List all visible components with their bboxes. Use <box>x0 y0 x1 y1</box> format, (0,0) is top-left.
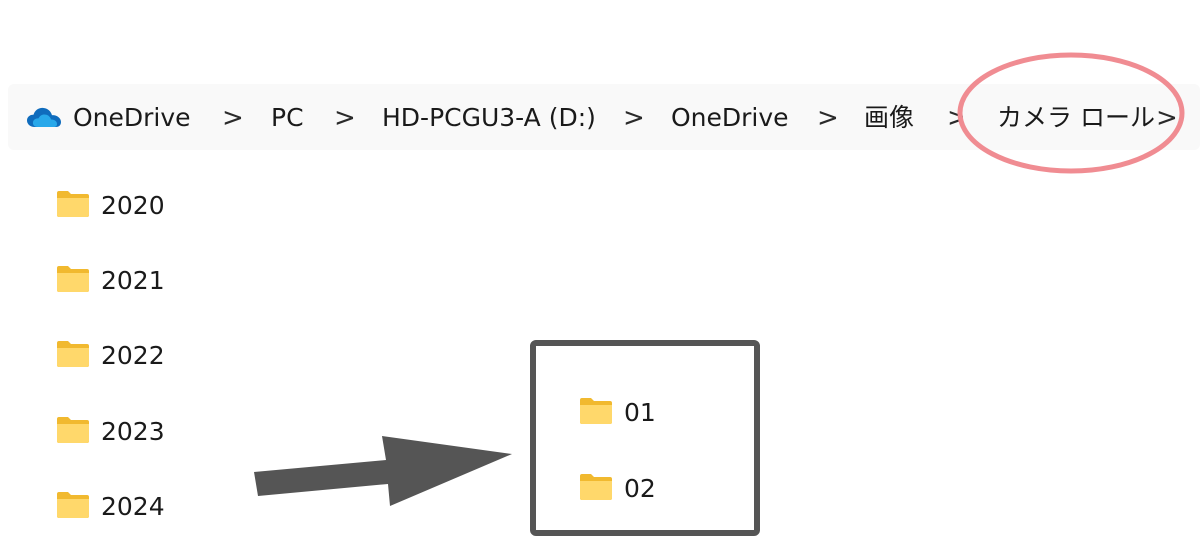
breadcrumb-item-pc[interactable]: PC <box>271 100 304 136</box>
onedrive-cloud-icon <box>27 107 61 127</box>
breadcrumb-item-onedrive-folder[interactable]: OneDrive <box>671 100 789 136</box>
folder-icon <box>57 191 89 217</box>
breadcrumb-expand-chevron[interactable]: > <box>1156 100 1178 136</box>
folder-icon <box>57 266 89 292</box>
breadcrumb-item-pictures[interactable]: 画像 <box>864 100 914 136</box>
breadcrumb-separator[interactable]: > <box>222 100 244 136</box>
folder-icon <box>580 398 612 424</box>
folder-icon <box>580 474 612 500</box>
folder-label: 2024 <box>101 492 165 521</box>
folder-label: 2023 <box>101 417 165 446</box>
breadcrumb-item-camera-roll[interactable]: カメラ ロール <box>997 100 1155 136</box>
breadcrumb-separator[interactable]: > <box>334 100 356 136</box>
folder-label: 2021 <box>101 266 165 295</box>
folder-icon <box>57 417 89 443</box>
folder-label: 02 <box>624 474 656 503</box>
breadcrumb-item-drive[interactable]: HD-PCGU3-A (D:) <box>382 100 596 136</box>
folder-label: 01 <box>624 398 656 427</box>
folder-icon <box>57 492 89 518</box>
breadcrumb-item-onedrive[interactable]: OneDrive <box>73 100 191 136</box>
folder-label: 2020 <box>101 191 165 220</box>
breadcrumb-separator[interactable]: > <box>623 100 645 136</box>
folder-icon <box>57 341 89 367</box>
folder-label: 2022 <box>101 341 165 370</box>
right-arrow-icon <box>254 436 512 506</box>
breadcrumb-separator[interactable]: > <box>817 100 839 136</box>
